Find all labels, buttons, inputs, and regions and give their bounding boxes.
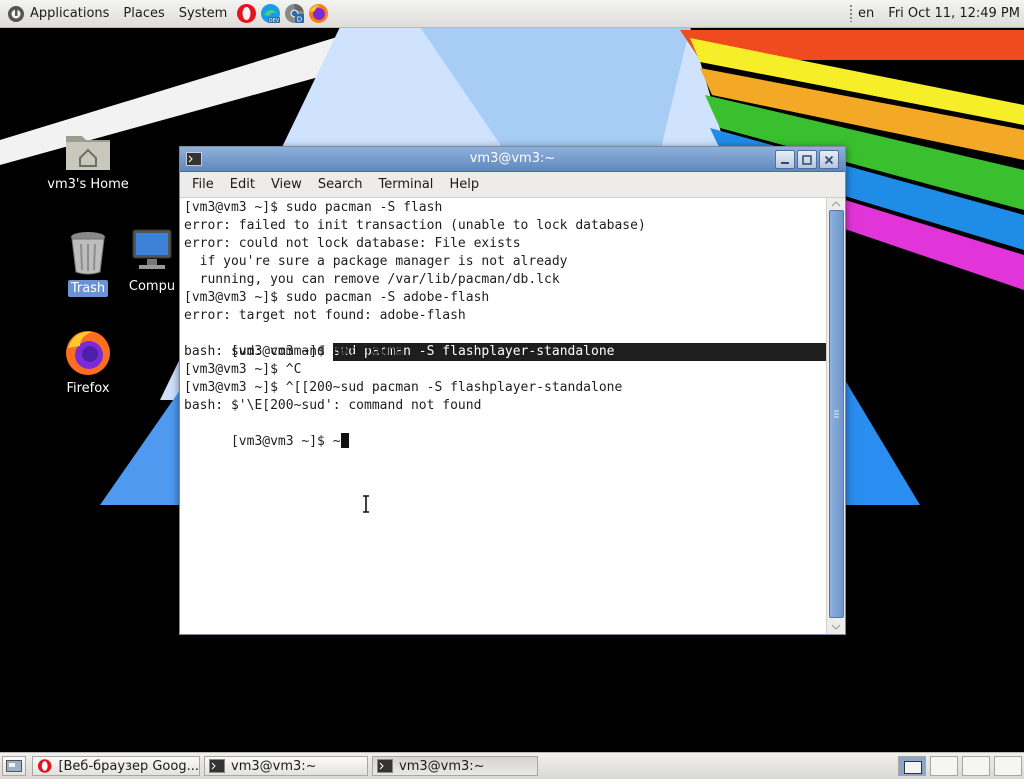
places-menu[interactable]: Places — [116, 0, 171, 27]
menu-help[interactable]: Help — [441, 177, 487, 192]
panel-status-area: en Fri Oct 11, 12:49 PM — [844, 0, 1024, 27]
places-label: Places — [123, 6, 165, 21]
taskbar-item-browser[interactable]: [Веб-браузер Goog... — [32, 756, 200, 776]
maximize-button[interactable] — [797, 150, 817, 169]
system-label: System — [178, 6, 228, 21]
workspace-1[interactable] — [898, 756, 926, 776]
scroll-up-icon — [831, 201, 841, 207]
desktop-icon-computer[interactable]: Compu — [117, 228, 187, 295]
desktop-icon-label: Trash — [67, 280, 109, 297]
terminal-line: bash: sud: command not found — [184, 344, 404, 359]
terminal-line: [vm3@vm3 ~]$ sudo pacman -S flash — [184, 200, 443, 215]
computer-icon — [132, 229, 172, 269]
chrome-dev-launcher[interactable]: D — [283, 3, 305, 25]
applications-menu[interactable]: Applications — [0, 0, 116, 27]
terminal-scrollbar[interactable] — [826, 198, 845, 634]
edge-dev-icon: DEV — [260, 4, 280, 24]
window-titlebar[interactable]: vm3@vm3:~ — [180, 147, 845, 172]
terminal-line: if you're sure a package manager is not … — [184, 254, 568, 269]
terminal-line: [vm3@vm3 ~]$ ^C — [184, 362, 302, 377]
close-button[interactable] — [819, 150, 839, 169]
show-desktop-button[interactable] — [2, 756, 26, 776]
panel-separator — [850, 5, 853, 22]
desktop-icon-label: Compu — [128, 279, 176, 294]
taskbar-item-label: vm3@vm3:~ — [231, 758, 317, 774]
terminal-line: [vm3@vm3 ~]$ sudo pacman -S adobe-flash — [184, 290, 490, 305]
mate-logo-icon — [8, 5, 24, 22]
window-title: vm3@vm3:~ — [469, 151, 556, 166]
taskbar-item-terminal-2[interactable]: vm3@vm3:~ — [372, 756, 538, 776]
top-panel: Applications Places System DEV D en Fri … — [0, 0, 1024, 28]
opera-icon — [37, 759, 52, 773]
opera-launcher[interactable] — [235, 3, 257, 25]
menu-search[interactable]: Search — [310, 177, 371, 192]
terminal-line: error: could not lock database: File exi… — [184, 236, 521, 251]
terminal-line-current: [vm3@vm3 ~]$ ~ — [184, 415, 349, 449]
firefox-icon — [66, 331, 110, 375]
bottom-panel: [Веб-браузер Goog... vm3@vm3:~ vm3@vm3:~ — [0, 752, 1024, 779]
terminal-output[interactable]: [vm3@vm3 ~]$ sudo pacman -S flash error:… — [180, 198, 826, 634]
text-selection[interactable]: sud pacman -S flashplayer-standalone — [332, 343, 826, 361]
scroll-down-icon — [831, 624, 841, 630]
ibeam-cursor-icon — [363, 495, 369, 513]
svg-text:DEV: DEV — [269, 18, 280, 24]
home-folder-icon — [66, 136, 110, 170]
workspace-3[interactable] — [962, 756, 990, 776]
grip-icon — [834, 410, 839, 418]
menu-terminal[interactable]: Terminal — [370, 177, 441, 192]
terminal-line: error: failed to init transaction (unabl… — [184, 218, 646, 233]
edge-dev-launcher[interactable]: DEV — [259, 3, 281, 25]
workspace-2[interactable] — [930, 756, 958, 776]
firefox-icon — [308, 4, 328, 23]
terminal-line: bash: $'\E[200~sud': command not found — [184, 398, 482, 413]
chrome-dev-icon: D — [284, 4, 304, 24]
firefox-launcher[interactable] — [307, 3, 329, 25]
workspace-4[interactable] — [994, 756, 1022, 776]
scrollbar-thumb[interactable] — [829, 210, 844, 618]
close-icon — [824, 155, 834, 164]
menu-view[interactable]: View — [263, 177, 310, 192]
current-prompt: [vm3@vm3 ~]$ ~ — [230, 434, 341, 449]
terminal-line: [vm3@vm3 ~]$ ^[[200~sud pacman -S flashp… — [184, 380, 623, 395]
workspace-window-thumb — [904, 761, 922, 774]
terminal-icon — [377, 759, 393, 773]
maximize-icon — [802, 154, 812, 165]
show-desktop-icon — [6, 760, 22, 772]
minimize-button[interactable] — [775, 150, 795, 169]
applications-label: Applications — [30, 6, 110, 21]
menu-file[interactable]: File — [184, 177, 222, 192]
terminal-line-selected: [vm3@vm3 ~]$ sud pacman -S flashplayer-s… — [184, 325, 826, 361]
desktop-icon-label: vm3's Home — [47, 177, 129, 192]
terminal-icon — [209, 759, 225, 773]
taskbar-item-label: vm3@vm3:~ — [399, 758, 485, 774]
taskbar-item-label: [Веб-браузер Goog... — [58, 758, 199, 774]
panel-clock[interactable]: Fri Oct 11, 12:49 PM — [888, 6, 1020, 21]
menu-edit[interactable]: Edit — [222, 177, 263, 192]
trash-icon — [71, 232, 105, 275]
keyboard-layout-indicator[interactable]: en — [858, 6, 874, 21]
svg-text:D: D — [297, 16, 302, 24]
desktop-icon-label: Firefox — [66, 381, 110, 396]
system-menu[interactable]: System — [172, 0, 234, 27]
taskbar-item-terminal-1[interactable]: vm3@vm3:~ — [204, 756, 368, 776]
desktop-icon-home[interactable]: vm3's Home — [43, 128, 133, 193]
opera-icon — [236, 4, 256, 23]
minimize-icon — [781, 161, 789, 164]
terminal-line: error: target not found: adobe-flash — [184, 308, 466, 323]
terminal-menubar: File Edit View Search Terminal Help — [180, 172, 845, 198]
terminal-line: running, you can remove /var/lib/pacman/… — [184, 272, 560, 287]
terminal-window[interactable]: vm3@vm3:~ File Edit View Search Terminal… — [179, 146, 846, 635]
text-cursor — [340, 433, 349, 448]
desktop-icon-firefox[interactable]: Firefox — [43, 328, 133, 397]
